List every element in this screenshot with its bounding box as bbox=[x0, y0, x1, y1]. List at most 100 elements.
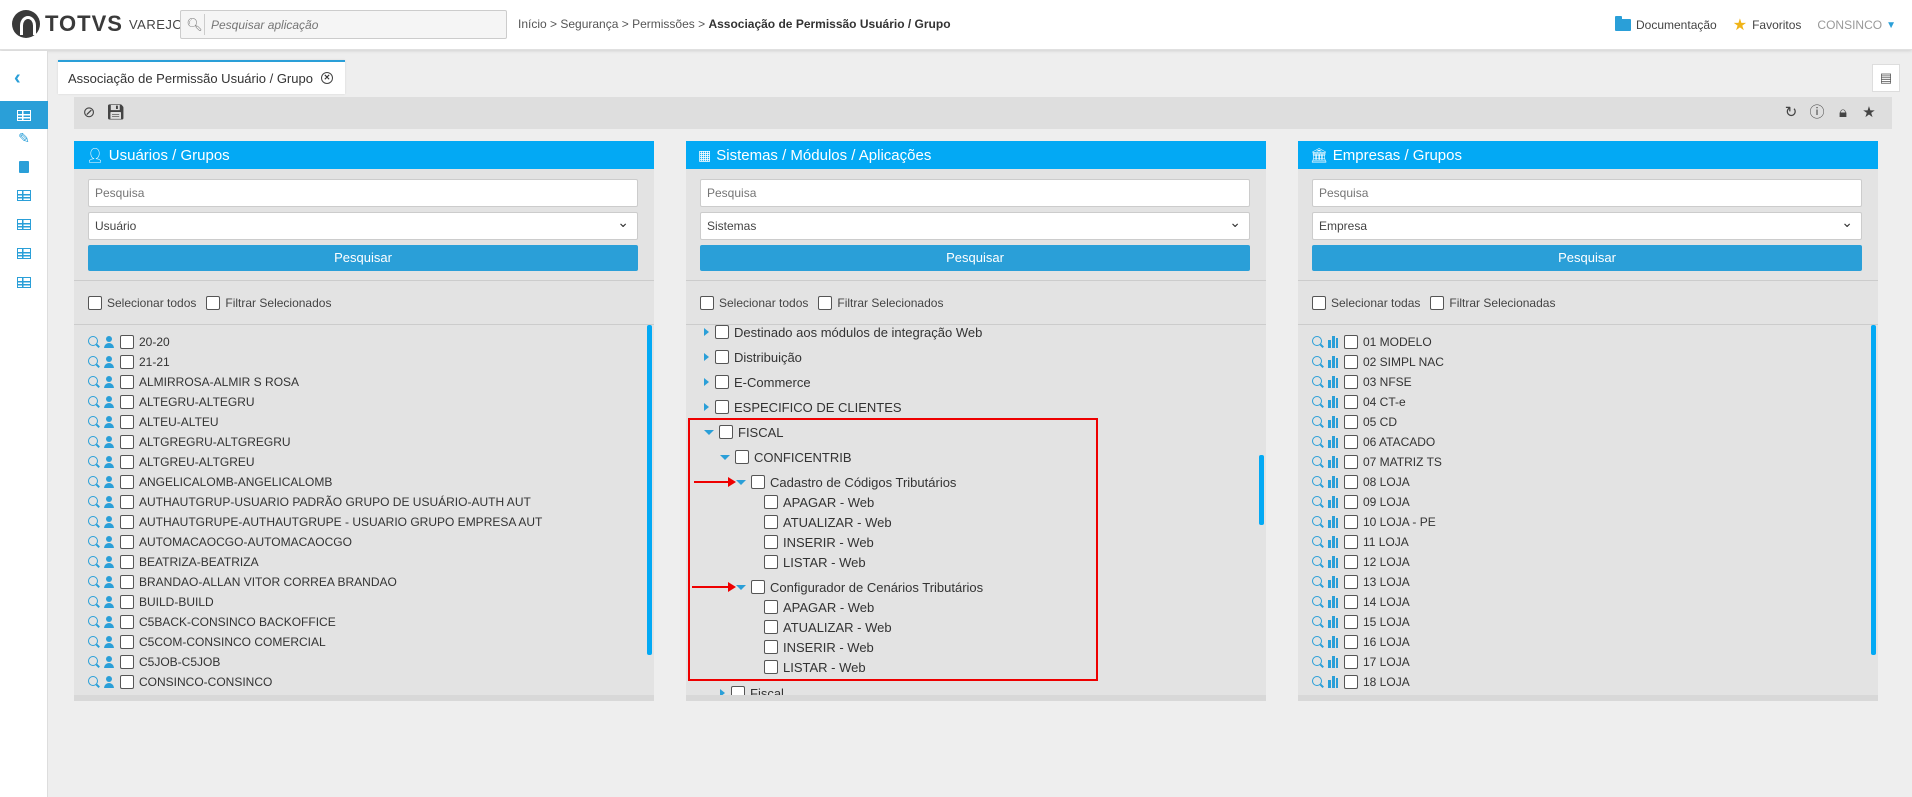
search-icon[interactable] bbox=[1312, 616, 1324, 628]
user-icon[interactable] bbox=[104, 536, 114, 548]
checkbox[interactable] bbox=[1344, 435, 1358, 449]
search-icon[interactable] bbox=[1312, 336, 1324, 348]
list-item[interactable]: AUTOMACAOCGO-AUTOMACAOCGO bbox=[74, 532, 654, 552]
users-select-all[interactable]: Selecionar todos bbox=[88, 295, 196, 310]
companies-search-input[interactable] bbox=[1312, 179, 1862, 207]
search-icon[interactable] bbox=[1312, 476, 1324, 488]
save-icon[interactable]: 💾︎ bbox=[106, 104, 125, 122]
search-icon[interactable] bbox=[88, 656, 100, 668]
user-icon[interactable] bbox=[104, 656, 114, 668]
user-icon[interactable] bbox=[104, 616, 114, 628]
list-item[interactable]: C5BACK-CONSINCO BACKOFFICE bbox=[74, 612, 654, 632]
checkbox[interactable] bbox=[764, 600, 778, 614]
building-icon[interactable] bbox=[1328, 476, 1338, 488]
user-icon[interactable] bbox=[104, 636, 114, 648]
search-icon[interactable] bbox=[1312, 356, 1324, 368]
systems-search-button[interactable]: Pesquisar bbox=[700, 245, 1250, 271]
expand-icon[interactable] bbox=[704, 353, 709, 361]
building-icon[interactable] bbox=[1328, 416, 1338, 428]
search-icon[interactable] bbox=[88, 596, 100, 608]
companies-filter-selected[interactable]: Filtrar Selecionadas bbox=[1430, 295, 1555, 310]
systems-filter-selected[interactable]: Filtrar Selecionados bbox=[818, 295, 943, 310]
companies-list[interactable]: 01 MODELO 02 SIMPL NAC 03 NFSE 04 CT-e 05 CD… bbox=[1298, 325, 1878, 695]
list-item[interactable]: 06 ATACADO bbox=[1298, 432, 1878, 452]
app-search-input[interactable] bbox=[211, 15, 501, 34]
checkbox[interactable] bbox=[120, 515, 134, 529]
systems-search-input[interactable] bbox=[700, 179, 1250, 207]
user-icon[interactable] bbox=[104, 356, 114, 368]
search-icon[interactable] bbox=[1312, 636, 1324, 648]
documentation-link[interactable]: Documentação bbox=[1615, 16, 1717, 32]
building-icon[interactable] bbox=[1328, 676, 1338, 688]
checkbox[interactable] bbox=[120, 655, 134, 669]
user-icon[interactable] bbox=[104, 436, 114, 448]
expand-icon[interactable] bbox=[720, 689, 725, 695]
tree-leaf[interactable]: APAGAR - Web bbox=[764, 492, 874, 512]
list-item[interactable]: 13 LOJA bbox=[1298, 572, 1878, 592]
tree-node[interactable]: Destinado aos módulos de integração Web bbox=[704, 325, 982, 342]
list-item[interactable]: BEATRIZA-BEATRIZA bbox=[74, 552, 654, 572]
list-item[interactable]: ANGELICALOMB-ANGELICALOMB bbox=[74, 472, 654, 492]
tree-leaf[interactable]: INSERIR - Web bbox=[764, 637, 874, 657]
star-icon[interactable]: ★ bbox=[1860, 104, 1878, 122]
list-item[interactable]: C5JOB-C5JOB bbox=[74, 652, 654, 672]
checkbox[interactable] bbox=[120, 535, 134, 549]
user-icon[interactable] bbox=[104, 336, 114, 348]
user-icon[interactable] bbox=[104, 516, 114, 528]
list-item[interactable]: 09 LOJA bbox=[1298, 492, 1878, 512]
search-icon[interactable] bbox=[1312, 436, 1324, 448]
building-icon[interactable] bbox=[1328, 356, 1338, 368]
checkbox[interactable] bbox=[764, 620, 778, 634]
user-icon[interactable] bbox=[104, 396, 114, 408]
search-icon[interactable] bbox=[88, 616, 100, 628]
list-item[interactable]: C5COM-CONSINCO COMERCIAL bbox=[74, 632, 654, 652]
checkbox[interactable] bbox=[120, 575, 134, 589]
tree-node[interactable]: Fiscal bbox=[720, 683, 784, 695]
tree-leaf[interactable]: APAGAR - Web bbox=[764, 597, 874, 617]
checkbox[interactable] bbox=[764, 495, 778, 509]
search-icon[interactable] bbox=[88, 556, 100, 568]
user-icon[interactable] bbox=[104, 676, 114, 688]
checkbox[interactable] bbox=[1344, 515, 1358, 529]
list-item[interactable]: ALTGREGRU-ALTGREGRU bbox=[74, 432, 654, 452]
search-icon[interactable] bbox=[88, 536, 100, 548]
users-scrollbar[interactable] bbox=[647, 325, 652, 655]
collapse-icon[interactable] bbox=[720, 454, 730, 460]
list-item[interactable]: CONSINCO-CONSINCO bbox=[74, 672, 654, 692]
expand-icon[interactable] bbox=[704, 403, 709, 411]
checkbox[interactable] bbox=[1344, 475, 1358, 489]
checkbox[interactable] bbox=[764, 660, 778, 674]
checkbox[interactable] bbox=[120, 355, 134, 369]
user-icon[interactable] bbox=[104, 556, 114, 568]
tree-leaf[interactable]: LISTAR - Web bbox=[764, 657, 866, 677]
building-icon[interactable] bbox=[1328, 516, 1338, 528]
list-item[interactable]: 05 CD bbox=[1298, 412, 1878, 432]
users-search-button[interactable]: Pesquisar bbox=[88, 245, 638, 271]
checkbox[interactable] bbox=[206, 295, 221, 310]
search-icon[interactable] bbox=[1312, 656, 1324, 668]
checkbox[interactable] bbox=[1344, 415, 1358, 429]
search-icon[interactable] bbox=[1312, 376, 1324, 388]
checkbox[interactable] bbox=[764, 555, 778, 569]
checkbox[interactable] bbox=[120, 415, 134, 429]
building-icon[interactable] bbox=[1328, 376, 1338, 388]
checkbox[interactable] bbox=[731, 686, 745, 695]
collapse-icon[interactable] bbox=[704, 429, 714, 435]
checkbox[interactable] bbox=[715, 325, 729, 339]
tree-node[interactable]: Distribuição bbox=[704, 347, 802, 367]
tree-node-app2[interactable]: Configurador de Cenários Tributários bbox=[736, 577, 983, 597]
checkbox[interactable] bbox=[1344, 495, 1358, 509]
building-icon[interactable] bbox=[1328, 456, 1338, 468]
search-icon[interactable] bbox=[88, 336, 100, 348]
list-item[interactable]: 15 LOJA bbox=[1298, 612, 1878, 632]
search-icon[interactable] bbox=[1312, 556, 1324, 568]
checkbox[interactable] bbox=[120, 555, 134, 569]
search-icon[interactable] bbox=[1312, 496, 1324, 508]
sidebar-item-table-2[interactable] bbox=[0, 181, 48, 209]
checkbox[interactable] bbox=[715, 375, 729, 389]
search-icon[interactable] bbox=[88, 476, 100, 488]
checkbox[interactable] bbox=[1344, 395, 1358, 409]
list-item[interactable]: BUILD-BUILD bbox=[74, 592, 654, 612]
checkbox[interactable] bbox=[120, 635, 134, 649]
sidebar-item-clipboard[interactable] bbox=[0, 153, 48, 181]
